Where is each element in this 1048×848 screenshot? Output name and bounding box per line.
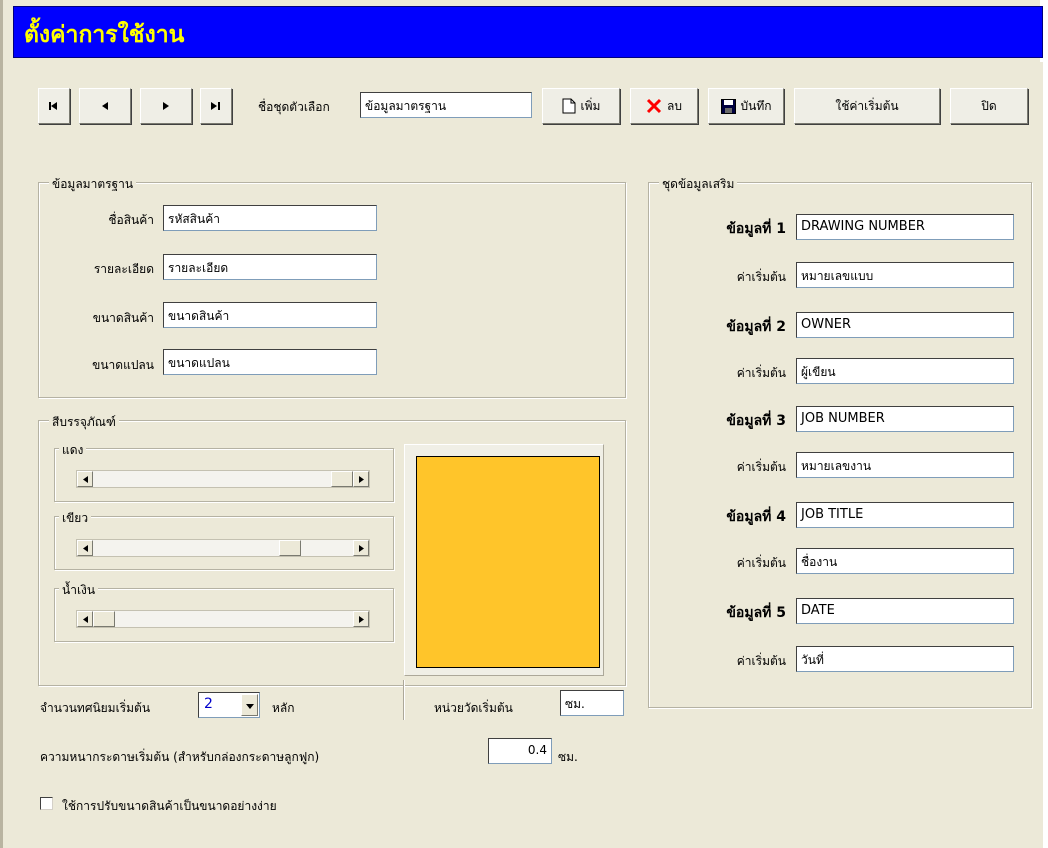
extra-item-1-default-input[interactable]: หมายเลขแบบ <box>796 262 1014 288</box>
red-scroll-right-arrow[interactable] <box>353 471 369 487</box>
paper-thickness-input[interactable]: 0.4 <box>488 738 552 764</box>
packaging-color-legend: สีบรรจุภัณฑ์ <box>49 413 119 432</box>
red-scrollbar[interactable] <box>76 470 370 488</box>
add-button-label: เพิ่ม <box>580 98 601 113</box>
extra-item-5-input[interactable]: DATE <box>796 598 1014 624</box>
extra-item-4-input[interactable]: JOB TITLE <box>796 502 1014 528</box>
blue-scrollbar[interactable] <box>76 610 370 628</box>
window-title: ตั้งค่าการใช้งาน <box>24 22 185 48</box>
decimals-select[interactable]: 2 <box>198 692 260 718</box>
floppy-disk-icon <box>720 98 736 114</box>
red-label: แดง <box>59 441 87 460</box>
extra-data-group: ชุดข้อมูลเสริม <box>648 175 1032 708</box>
first-icon <box>49 102 59 110</box>
extra-item-4-default-label: ค่าเริ่มต้น <box>736 556 786 570</box>
extra-item-5-default-input[interactable]: วันที่ <box>796 646 1014 672</box>
extra-item-1-input[interactable]: DRAWING NUMBER <box>796 214 1014 240</box>
green-scroll-thumb[interactable] <box>279 540 301 556</box>
green-scroll-right-arrow[interactable] <box>353 540 369 556</box>
extra-item-1-label: ข้อมูลที่ 1 <box>726 221 786 237</box>
decimals-value: 2 <box>204 696 213 712</box>
use-default-button[interactable]: ใช้ค่าเริ่มต้น <box>794 88 940 124</box>
extra-item-3-default-label: ค่าเริ่มต้น <box>736 460 786 474</box>
bottom-separator <box>403 680 404 720</box>
extra-item-4-default-input[interactable]: ชื่องาน <box>796 548 1014 574</box>
plan-size-input[interactable]: ขนาดแปลน <box>163 349 377 375</box>
plan-size-label: ขนาดแปลน <box>92 358 154 372</box>
extra-item-3-default-input[interactable]: หมายเลขงาน <box>796 452 1014 478</box>
new-document-icon <box>562 98 576 114</box>
green-scrollbar[interactable] <box>76 539 370 557</box>
set-name-label: ชื่อชุดตัวเลือก <box>258 100 330 114</box>
product-name-label: ชื่อสินค้า <box>108 213 154 227</box>
product-size-input[interactable]: ขนาดสินค้า <box>163 302 377 328</box>
next-icon <box>163 102 169 110</box>
close-button[interactable]: ปิด <box>950 88 1028 124</box>
extra-data-legend: ชุดข้อมูลเสริม <box>659 175 738 194</box>
green-label: เขียว <box>59 509 92 528</box>
blue-scroll-left-arrow[interactable] <box>77 611 93 627</box>
product-size-label: ขนาดสินค้า <box>92 311 154 325</box>
decimals-unit-label: หลัก <box>272 701 295 715</box>
delete-x-icon <box>646 98 662 114</box>
extra-item-2-default-label: ค่าเริ่มต้น <box>736 366 786 380</box>
last-record-button[interactable] <box>200 88 232 124</box>
extra-item-2-default-input[interactable]: ผู้เขียน <box>796 358 1014 384</box>
red-scroll-thumb[interactable] <box>331 471 353 487</box>
blue-scroll-right-arrow[interactable] <box>353 611 369 627</box>
paper-thickness-unit: ซม. <box>558 750 578 764</box>
title-bar: ตั้งค่าการใช้งาน <box>13 6 1043 58</box>
last-icon <box>211 102 221 110</box>
previous-record-button[interactable] <box>79 88 131 124</box>
extra-item-3-input[interactable]: JOB NUMBER <box>796 406 1014 432</box>
description-label: รายละเอียด <box>93 262 154 276</box>
blue-scroll-thumb[interactable] <box>93 611 115 627</box>
paper-thickness-label: ความหนากระดาษเริ่มต้น (สำหรับกล่องกระดาษ… <box>40 750 320 764</box>
close-button-label: ปิด <box>981 98 997 113</box>
chevron-down-icon <box>245 697 254 713</box>
extra-item-2-label: ข้อมูลที่ 2 <box>726 319 786 335</box>
extra-item-5-default-label: ค่าเริ่มต้น <box>736 654 786 668</box>
save-button[interactable]: บันทึก <box>708 88 784 124</box>
color-preview-swatch <box>416 456 600 668</box>
extra-item-3-label: ข้อมูลที่ 3 <box>726 413 786 429</box>
use-default-button-label: ใช้ค่าเริ่มต้น <box>835 98 899 113</box>
standard-info-legend: ข้อมูลมาตรฐาน <box>49 175 137 194</box>
blue-label: น้ำเงิน <box>59 581 99 600</box>
prev-icon <box>102 102 108 110</box>
extra-item-5-label: ข้อมูลที่ 5 <box>726 605 786 621</box>
description-input[interactable]: รายละเอียด <box>163 254 377 280</box>
product-name-input[interactable]: รหัสสินค้า <box>163 205 377 231</box>
delete-button-label: ลบ <box>667 98 682 113</box>
add-button[interactable]: เพิ่ม <box>542 88 620 124</box>
first-record-button[interactable] <box>38 88 70 124</box>
unit-label: หน่วยวัดเริ่มต้น <box>434 701 513 715</box>
green-scroll-left-arrow[interactable] <box>77 540 93 556</box>
extra-item-1-default-label: ค่าเริ่มต้น <box>736 270 786 284</box>
extra-item-2-input[interactable]: OWNER <box>796 312 1014 338</box>
delete-button[interactable]: ลบ <box>630 88 698 124</box>
simple-resize-label[interactable]: ใช้การปรับขนาดสินค้าเป็นขนาดอย่างง่าย <box>62 797 277 816</box>
set-name-input[interactable]: ข้อมูลมาตรฐาน <box>360 92 532 118</box>
red-scroll-left-arrow[interactable] <box>77 471 93 487</box>
decimals-dropdown-arrow[interactable] <box>241 694 258 716</box>
unit-input[interactable]: ซม. <box>560 690 624 716</box>
save-button-label: บันทึก <box>740 98 772 113</box>
simple-resize-checkbox[interactable] <box>40 797 53 810</box>
decimals-label: จำนวนทศนิยมเริ่มต้น <box>40 701 151 715</box>
extra-item-4-label: ข้อมูลที่ 4 <box>726 509 786 525</box>
next-record-button[interactable] <box>140 88 192 124</box>
